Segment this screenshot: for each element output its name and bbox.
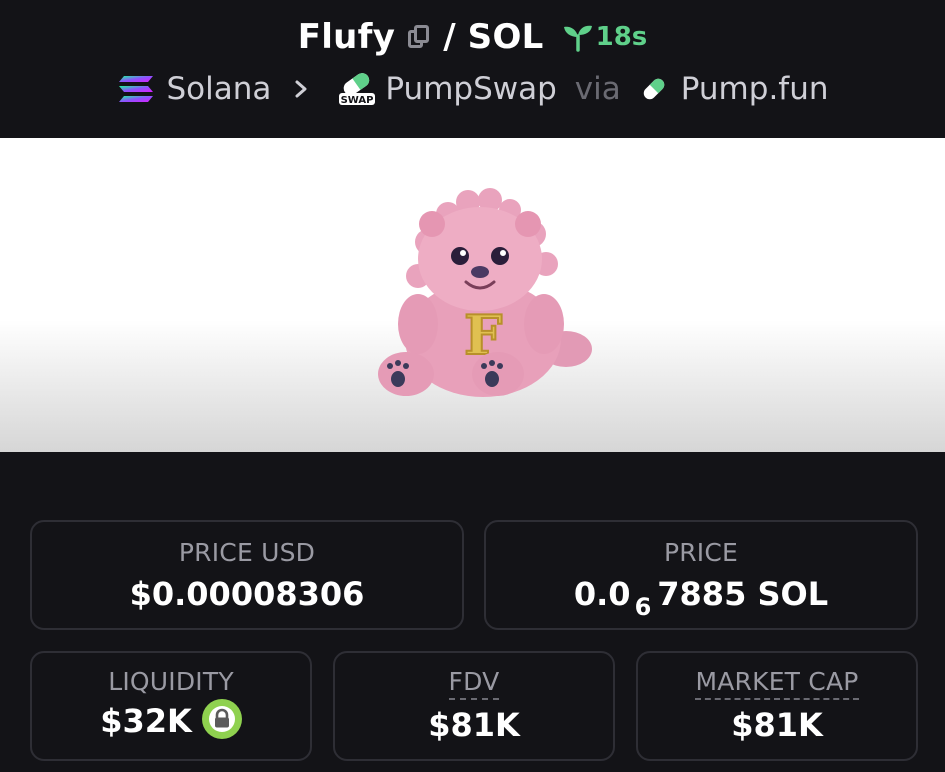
price-native-zero-count: 6 xyxy=(634,593,652,621)
price-usd-card: PRICE USD $0.00008306 xyxy=(30,520,464,630)
price-native-label: PRICE xyxy=(663,538,739,567)
market-cap-label-wrap: MARKET CAP xyxy=(638,667,916,700)
pair-age: 18s xyxy=(595,22,648,52)
swap-badge-text: SWAP xyxy=(341,95,374,106)
pair-separator: / xyxy=(443,17,456,57)
pair-title-row: Flufy / SOL 18s xyxy=(0,14,945,60)
token-symbol: Flufy xyxy=(297,17,396,57)
pair-age-badge: 18s xyxy=(562,22,648,52)
breadcrumb-via: via xyxy=(574,71,621,107)
chevron-right-icon xyxy=(295,80,307,98)
pill-icon xyxy=(643,78,665,100)
price-native-card: PRICE 0.0 6 7885 SOL xyxy=(484,520,918,630)
liquidity-card: LIQUIDITY $32K xyxy=(30,651,312,761)
breadcrumb-dex[interactable]: PumpSwap xyxy=(385,71,556,107)
pair-header: Flufy / SOL 18s Solana SWAP PumpSwap via… xyxy=(0,0,945,138)
price-usd-label: PRICE USD xyxy=(178,538,316,567)
breadcrumb: Solana SWAP PumpSwap via Pump.fun xyxy=(0,66,945,112)
copy-icon[interactable] xyxy=(405,23,431,51)
price-usd-value: $0.00008306 xyxy=(129,575,365,613)
market-cap-label: MARKET CAP xyxy=(695,667,859,700)
fdv-label: FDV xyxy=(448,667,500,700)
breadcrumb-launchpad[interactable]: Pump.fun xyxy=(681,71,829,107)
token-banner: F xyxy=(0,138,945,452)
fdv-value: $81K xyxy=(428,706,520,744)
quote-symbol: SOL xyxy=(467,17,544,57)
price-native-value: 0.0 6 7885 SOL xyxy=(486,575,916,621)
liquidity-label: LIQUIDITY xyxy=(108,667,234,696)
liquidity-value-row: $32K xyxy=(32,699,310,743)
price-native-rest: 7885 SOL xyxy=(657,575,829,613)
fdv-card[interactable]: FDV $81K xyxy=(333,651,615,761)
mascot-image: F xyxy=(378,188,592,397)
market-cap-value: $81K xyxy=(731,706,823,744)
sprout-icon xyxy=(563,25,592,52)
pumpswap-icon: SWAP xyxy=(339,73,376,106)
fdv-label-wrap: FDV xyxy=(335,667,613,700)
liquidity-value: $32K xyxy=(100,702,192,740)
lock-icon[interactable] xyxy=(201,699,242,739)
price-native-prefix: 0.0 xyxy=(573,575,631,613)
breadcrumb-chain[interactable]: Solana xyxy=(167,71,272,107)
solana-icon xyxy=(118,76,153,102)
market-cap-card[interactable]: MARKET CAP $81K xyxy=(636,651,918,761)
